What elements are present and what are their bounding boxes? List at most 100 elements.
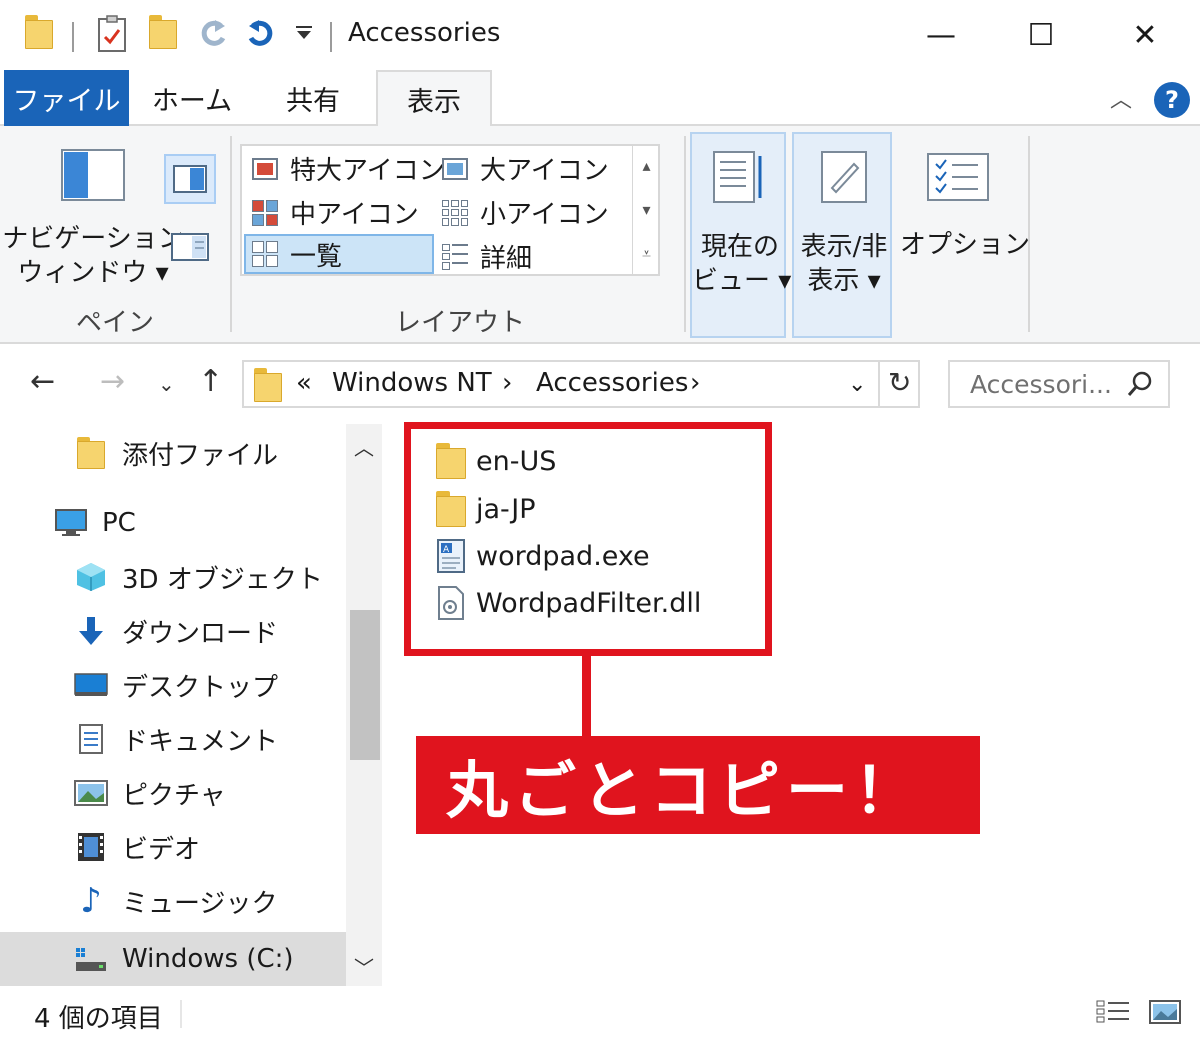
separator: [330, 22, 332, 52]
minimize-button[interactable]: —: [896, 10, 986, 60]
tab-share[interactable]: 共有: [258, 70, 368, 126]
show-hide-label-1: 表示/非: [800, 232, 888, 262]
pictures-icon: [74, 777, 108, 809]
current-view-button[interactable]: 現在の ビュー ▾: [690, 132, 792, 338]
up-arrow-icon[interactable]: ↑: [198, 364, 223, 399]
layout-medium-icons[interactable]: 中アイコン: [252, 194, 419, 231]
details-view-button[interactable]: [1094, 996, 1132, 1028]
medium-icons-icon: [252, 199, 278, 226]
layout-gallery: 特大アイコン 大アイコン 中アイコン 小アイコン 一覧 詳細: [240, 144, 660, 276]
scroll-down-icon[interactable]: ▾: [642, 200, 650, 219]
nav-item-pictures[interactable]: ピクチャ: [0, 766, 346, 820]
breadcrumb-accessories[interactable]: Accessories: [536, 368, 688, 398]
videos-icon: [74, 831, 108, 863]
layout-details[interactable]: 詳細: [442, 238, 532, 275]
search-icon: [1126, 370, 1154, 398]
search-box[interactable]: Accessori...: [948, 360, 1170, 408]
address-history-icon[interactable]: ⌄: [848, 372, 866, 397]
folder-icon: [254, 368, 282, 402]
tab-file[interactable]: ファイル: [4, 70, 129, 126]
maximize-icon: ☐: [1027, 17, 1055, 53]
preview-pane-icon: [173, 165, 207, 193]
current-view-label-2: ビュー ▾: [692, 266, 792, 296]
preview-pane-button[interactable]: [164, 154, 216, 204]
new-folder-icon[interactable]: [148, 14, 178, 50]
customize-toolbar-icon[interactable]: [292, 14, 316, 50]
address-overflow[interactable]: «: [296, 368, 312, 398]
current-view-icon: [708, 148, 768, 206]
highlight-frame: [404, 422, 772, 656]
download-icon: [74, 615, 108, 647]
nav-pane-scroll-thumb[interactable]: [350, 610, 380, 760]
pc-icon: [54, 507, 88, 539]
separator: [72, 22, 74, 52]
layout-extra-large-icons[interactable]: 特大アイコン: [252, 150, 445, 187]
tab-view[interactable]: 表示: [376, 70, 492, 128]
maximize-button[interactable]: ☐: [996, 10, 1086, 60]
nav-item-documents[interactable]: ドキュメント: [0, 712, 346, 766]
back-arrow-icon[interactable]: ←: [30, 364, 55, 399]
nav-item-videos[interactable]: ビデオ: [0, 820, 346, 874]
list-view-icon: [252, 241, 278, 267]
navigation-pane-label-2: ウィンドウ ▾: [17, 258, 169, 288]
layout-gallery-scroll[interactable]: ▴ ▾ ⩡: [632, 144, 660, 276]
refresh-icon[interactable]: ↻: [888, 366, 911, 399]
pane-group-label: ペイン: [75, 308, 154, 338]
navigation-pane-button[interactable]: ナビゲーション ウィンドウ ▾: [2, 148, 184, 290]
large-icons-view-button[interactable]: [1146, 996, 1184, 1028]
scroll-up-icon[interactable]: ▴: [642, 156, 650, 175]
options-icon: [924, 150, 992, 204]
close-button[interactable]: ✕: [1100, 10, 1190, 60]
breadcrumb-windows-nt[interactable]: Windows NT: [332, 368, 492, 398]
search-input[interactable]: Accessori...: [970, 370, 1112, 399]
redo-icon[interactable]: [196, 14, 230, 50]
group-separator: [1028, 136, 1030, 332]
nav-item-attachments[interactable]: 添付ファイル: [0, 426, 346, 480]
minimize-icon: —: [926, 17, 956, 53]
callout-banner: 丸ごとコピー！: [416, 736, 980, 834]
layout-list[interactable]: 一覧: [244, 234, 434, 274]
window-title: Accessories: [348, 18, 501, 48]
forward-arrow-icon[interactable]: →: [100, 364, 125, 399]
item-count: 4 個の項目: [34, 1004, 163, 1034]
details-pane-button[interactable]: [170, 230, 210, 266]
properties-icon[interactable]: [96, 14, 128, 54]
ribbon-view: ナビゲーション ウィンドウ ▾ ペイン 特大アイコン 大アイコン 中アイコン 小…: [0, 126, 1200, 344]
nav-item-downloads[interactable]: ダウンロード: [0, 604, 346, 658]
nav-item-music[interactable]: ♪ ミュージック: [0, 874, 346, 928]
layout-small-icons[interactable]: 小アイコン: [442, 194, 609, 231]
ribbon-tabs: ファイル ホーム 共有 表示: [0, 70, 1200, 128]
nav-item-desktop[interactable]: デスクトップ: [0, 658, 346, 712]
close-icon: ✕: [1132, 17, 1158, 53]
address-bar[interactable]: « Windows NT › Accessories › ⌄ ↻: [242, 360, 920, 408]
show-hide-icon: [814, 148, 874, 206]
options-button[interactable]: オプション: [900, 146, 1031, 306]
navigation-pane-label-1: ナビゲーション: [2, 224, 184, 254]
nav-item-windows-c[interactable]: Windows (C:): [0, 932, 346, 986]
undo-icon[interactable]: [244, 14, 278, 50]
nav-item-3d-objects[interactable]: 3D オブジェクト: [0, 550, 346, 604]
music-icon: ♪: [80, 881, 102, 921]
show-hide-button[interactable]: 表示/非 表示 ▾: [792, 132, 892, 338]
small-icons-icon: [442, 199, 468, 226]
collapse-ribbon-icon[interactable]: ︿: [1110, 82, 1132, 114]
tab-home[interactable]: ホーム: [140, 70, 244, 126]
navigation-pane: 添付ファイル PC 3D オブジェクト ダウンロード デスクトップ ドキュメント…: [0, 424, 384, 986]
recent-locations-icon[interactable]: ⌄: [158, 372, 175, 396]
scroll-up-icon[interactable]: ︿: [354, 432, 374, 461]
breadcrumb-separator[interactable]: ›: [690, 368, 700, 398]
status-bar: 4 個の項目: [0, 986, 1200, 1042]
details-pane-icon: [171, 233, 209, 261]
gallery-more-icon[interactable]: ⩡: [642, 244, 651, 264]
layout-large-icons[interactable]: 大アイコン: [442, 150, 609, 187]
folder-icon: [74, 437, 108, 469]
scroll-down-icon[interactable]: ﹀: [354, 952, 374, 981]
current-view-label-1: 現在の: [700, 232, 779, 262]
options-label: オプション: [900, 230, 1031, 260]
breadcrumb-separator[interactable]: ›: [502, 368, 512, 398]
help-icon[interactable]: ?: [1154, 82, 1190, 118]
separator: [878, 362, 880, 406]
nav-item-pc[interactable]: PC: [0, 496, 346, 550]
navigation-pane-icon: [61, 149, 125, 201]
desktop-icon: [74, 669, 108, 701]
